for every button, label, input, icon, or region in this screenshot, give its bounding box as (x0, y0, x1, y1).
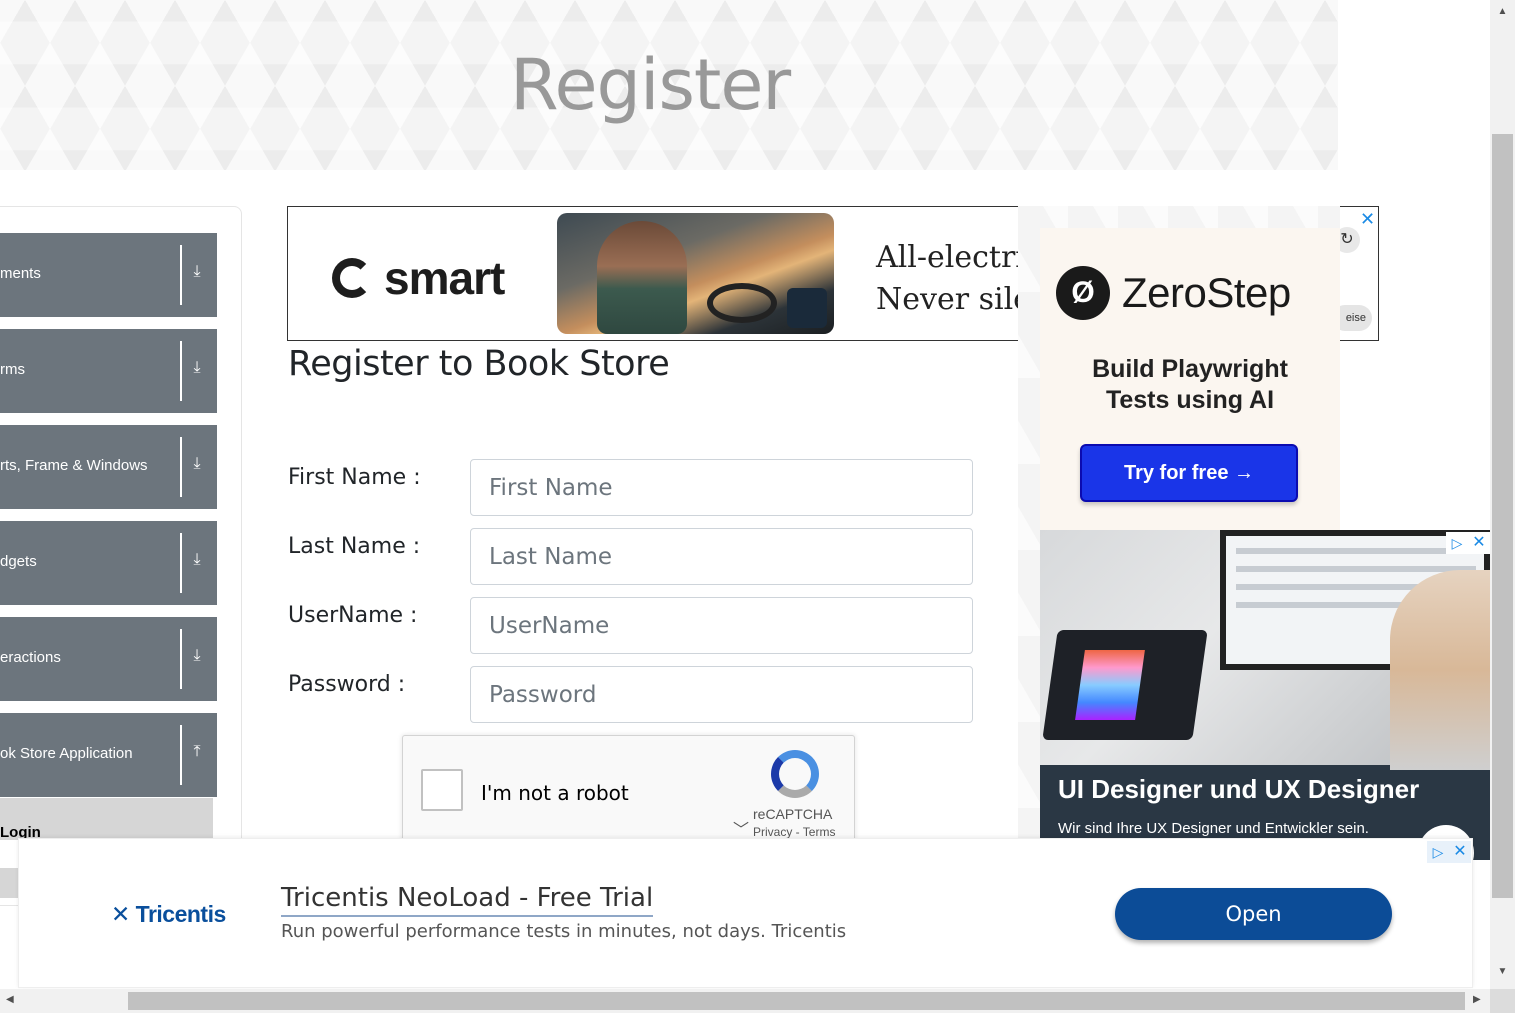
divider (180, 533, 182, 593)
driver-figure (597, 221, 687, 334)
sidebar-group-label: dgets (0, 553, 37, 570)
download-icon: ⤓ (193, 647, 201, 664)
sidebar-group-forms[interactable]: rms ⤓ (0, 329, 217, 413)
recaptcha-checkbox[interactable] (421, 769, 463, 811)
last-name-input[interactable] (470, 528, 973, 585)
download-icon: ⤓ (193, 263, 201, 280)
upload-icon: ⤒ (193, 743, 201, 760)
download-icon: ⤓ (193, 455, 201, 472)
scroll-up-icon[interactable]: ▲ (1490, 6, 1515, 17)
open-button[interactable]: Open (1115, 888, 1392, 940)
monitor-ui-bar (1236, 566, 1476, 572)
vertical-scroll-thumb[interactable] (1492, 134, 1513, 898)
recaptcha-widget: I'm not a robot reCAPTCHA Privacy - Term… (402, 735, 855, 845)
recaptcha-label: I'm not a robot (481, 781, 629, 805)
divider (180, 437, 182, 497)
sidebar-group-alerts[interactable]: rts, Frame & Windows ⤓ (0, 425, 217, 509)
tagline-line: Tests using AI (1105, 386, 1275, 414)
username-label: UserName : (288, 603, 418, 628)
car-screen-shape (787, 288, 827, 328)
ad-subtitle: Wir sind Ihre UX Designer und Entwickler… (1058, 820, 1369, 837)
horizontal-scrollbar[interactable]: ◀ ▶ (0, 989, 1490, 1013)
close-icon[interactable]: ✕ (1360, 209, 1375, 230)
last-name-label: Last Name : (288, 534, 421, 559)
sidebar-group-label: ments (0, 265, 41, 282)
sidebar-group-label: rms (0, 361, 25, 378)
close-icon[interactable]: ✕ (1449, 841, 1471, 863)
sidebar-group-label: rts, Frame & Windows (0, 457, 148, 474)
scroll-right-icon[interactable]: ▶ (1473, 994, 1481, 1005)
bottom-ad-banner[interactable]: ✕ Tricentis Tricentis NeoLoad - Free Tri… (18, 838, 1473, 988)
steering-wheel-shape (707, 283, 777, 323)
recaptcha-logo-icon (771, 750, 819, 798)
smart-logo-text: smart (384, 252, 505, 304)
divider (180, 629, 182, 689)
divider (180, 245, 182, 305)
smart-logo: smart (332, 251, 505, 305)
color-palette-shape (1075, 650, 1145, 720)
sidebar-group-elements[interactable]: ments ⤓ (0, 233, 217, 317)
smart-logo-icon (332, 258, 372, 298)
monitor-ui-bar (1236, 548, 1476, 554)
password-label: Password : (288, 672, 406, 697)
recaptcha-privacy-terms-link[interactable]: Privacy - Terms (753, 825, 835, 839)
download-icon: ⤓ (193, 551, 201, 568)
zerostep-tagline: Build Playwright Tests using AI (1040, 354, 1340, 416)
ad-choices-icon[interactable]: ▷ (1446, 532, 1468, 554)
zerostep-ad-card[interactable]: Ø ZeroStep Build Playwright Tests using … (1040, 228, 1340, 530)
sidebar-group-label: eractions (0, 649, 61, 666)
divider (180, 725, 182, 785)
divider (180, 341, 182, 401)
sidebar-group-interactions[interactable]: eractions ⤓ (0, 617, 217, 701)
sidebar-item-login[interactable]: Login (0, 798, 213, 841)
sidebar-group-book-store[interactable]: ok Store Application ⤒ (0, 713, 217, 797)
form-title: Register to Book Store (288, 344, 670, 384)
ad-description: Run powerful performance tests in minute… (281, 921, 847, 942)
horizontal-scroll-thumb[interactable] (128, 992, 1465, 1010)
ad-car-image (557, 213, 834, 334)
person-figure (1390, 570, 1490, 770)
tricentis-brand: Tricentis (135, 901, 227, 927)
zerostep-brand: ZeroStep (1122, 269, 1291, 316)
try-for-free-button[interactable]: Try for free → (1080, 444, 1298, 502)
laptop-shape (1042, 630, 1208, 740)
vertical-scrollbar[interactable]: ▲ ▼ (1490, 0, 1515, 989)
scroll-left-icon[interactable]: ◀ (6, 994, 14, 1005)
ux-designer-ad[interactable]: ▷ ✕ UI Designer und UX Designer Wir sind… (1040, 530, 1490, 860)
password-input[interactable] (470, 666, 973, 723)
chevron-down-icon[interactable]: ﹀ (733, 816, 749, 840)
zerostep-logo: Ø ZeroStep (1056, 266, 1291, 320)
first-name-input[interactable] (470, 459, 973, 516)
zerostep-mark-icon: Ø (1056, 266, 1110, 320)
ad-title: UI Designer und UX Designer (1058, 774, 1420, 804)
close-icon[interactable]: ✕ (1468, 532, 1490, 554)
ad-office-image (1040, 530, 1490, 770)
scrollbar-corner (1490, 989, 1515, 1013)
download-icon: ⤓ (193, 359, 201, 376)
sidebar-item[interactable] (0, 868, 18, 898)
ad-choices-icon[interactable]: ▷ (1427, 841, 1449, 863)
page-title: Register (510, 44, 791, 126)
tagline-line: Build Playwright (1092, 355, 1288, 383)
tricentis-logo: ✕ Tricentis (111, 901, 227, 927)
first-name-label: First Name : (288, 465, 421, 490)
page: Register ments ⤓ rms ⤓ rts, Frame & Wind… (0, 0, 1515, 1013)
recaptcha-brand: reCAPTCHA (753, 806, 833, 822)
scroll-down-icon[interactable]: ▼ (1490, 966, 1515, 977)
username-input[interactable] (470, 597, 973, 654)
page-banner: Register (0, 0, 1338, 170)
ad-title-link[interactable]: Tricentis NeoLoad - Free Trial (281, 883, 654, 917)
sidebar-group-label: ok Store Application (0, 745, 133, 762)
sidebar-group-widgets[interactable]: dgets ⤓ (0, 521, 217, 605)
